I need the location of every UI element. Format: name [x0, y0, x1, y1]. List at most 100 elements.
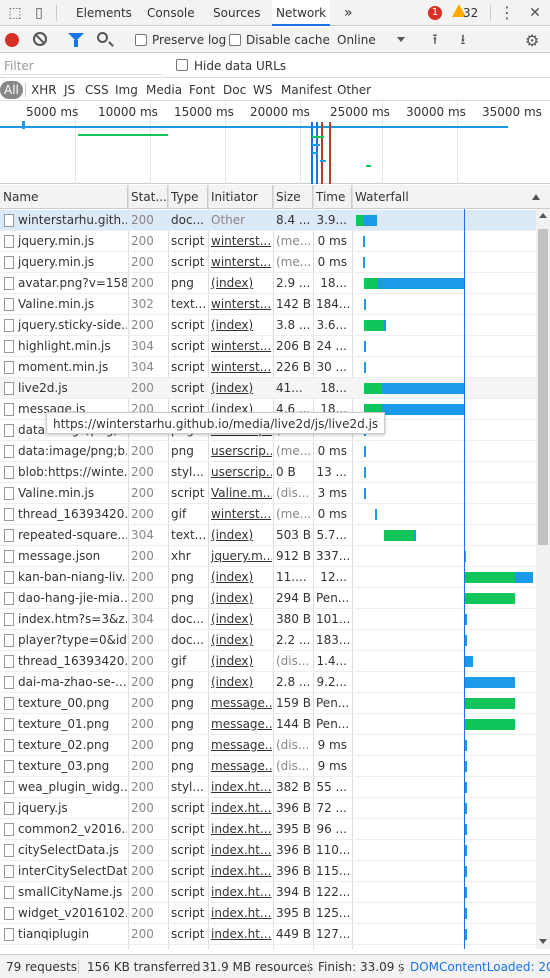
type-filter-xhr[interactable]: XHR [29, 81, 59, 99]
request-size: 0 B [276, 465, 296, 479]
table-row[interactable]: index.htm?s=3&z... 304 doc... (index) 380 B 1… [0, 609, 536, 630]
type-filter-manifest[interactable]: Manifest [279, 81, 334, 99]
kebab-menu-icon[interactable]: ⋮ [498, 4, 516, 22]
table-row[interactable]: common2_v2016... 200 script index.ht... 395 … [0, 819, 536, 840]
type-filter-other[interactable]: Other [335, 81, 373, 99]
table-row[interactable]: repeated-square... 304 text... (index) 503 B… [0, 525, 536, 546]
clear-icon[interactable] [33, 32, 47, 46]
table-row[interactable]: smallCityName.js 200 script index.ht... 394 … [0, 882, 536, 903]
table-row[interactable]: texture_01.png 200 png message... 144 B Pen..… [0, 714, 536, 735]
table-row[interactable]: data:image/png;b... 200 png userscrip... (me… [0, 441, 536, 462]
table-row[interactable]: blob:https://winte... 200 styl... userscrip… [0, 462, 536, 483]
column-header-name[interactable]: Name [0, 185, 128, 209]
chevron-down-icon[interactable] [397, 37, 405, 42]
type-filter-doc[interactable]: Doc [221, 81, 248, 99]
overview-tick-label: 30000 ms [406, 105, 466, 119]
close-icon[interactable]: ✕ [526, 4, 544, 22]
device-toolbar-icon[interactable]: ▯ [30, 4, 48, 22]
table-row[interactable]: kan-ban-niang-liv... 200 png (index) 11.... 1… [0, 567, 536, 588]
type-filter-ws[interactable]: WS [251, 81, 274, 99]
request-initiator: userscrip... [211, 444, 272, 458]
request-type: png [171, 675, 194, 689]
image-file-icon [4, 676, 14, 689]
table-row[interactable]: widget_v2016102... 200 script index.ht... 39… [0, 903, 536, 924]
type-filter-all[interactable]: All [0, 81, 23, 99]
table-row[interactable]: jquery.js 200 script index.ht... 396 B 72 ... [0, 798, 536, 819]
request-type: script [171, 486, 205, 500]
export-har-icon[interactable]: ⭳ [456, 32, 470, 48]
table-row[interactable]: dao-hang-jie-mia... 200 png (index) 294 B Pen… [0, 588, 536, 609]
table-row[interactable]: Valine.min.js 200 script Valine.m... (dis...… [0, 483, 536, 504]
more-tabs-button[interactable]: » [340, 0, 357, 26]
preserve-log-checkbox[interactable] [135, 34, 147, 46]
gear-icon[interactable]: ⚙ [525, 31, 539, 50]
vertical-scrollbar[interactable] [536, 209, 550, 949]
type-filter-js[interactable]: JS [62, 81, 77, 99]
table-row[interactable]: jquery.min.js 200 script winterst... (me... 0… [0, 252, 536, 273]
file-icon [4, 235, 14, 248]
waterfall-bar [465, 845, 467, 856]
hide-data-urls-label[interactable]: Hide data URLs [194, 54, 286, 78]
warning-count[interactable]: 32 [463, 0, 478, 26]
filter-icon[interactable] [68, 33, 84, 47]
request-time: 125... [316, 906, 351, 920]
tab-network[interactable]: Network [272, 0, 331, 26]
type-filter-css[interactable]: CSS [83, 81, 111, 99]
table-row[interactable]: thread_16393420... 200 gif (index) (dis... 1.… [0, 651, 536, 672]
request-type: styl... [171, 465, 204, 479]
import-har-icon[interactable]: ⭱ [428, 32, 442, 48]
column-header-initiator[interactable]: Initiator [208, 185, 273, 209]
request-type: styl... [171, 780, 204, 794]
table-row[interactable]: texture_00.png 200 png message... 159 B Pen..… [0, 693, 536, 714]
column-header-size[interactable]: Size [273, 185, 313, 209]
table-row[interactable]: Valine.min.js 302 text... winterst... 142 B 1… [0, 294, 536, 315]
table-row[interactable]: avatar.png?v=158... 200 png (index) 2.9 ... 1… [0, 273, 536, 294]
table-row[interactable]: jquery.sticky-side... 200 script (index) 3.8… [0, 315, 536, 336]
table-row[interactable]: message.json 200 xhr jquery.m... 912 B 337... [0, 546, 536, 567]
table-row[interactable]: winterstarhu.gith... 200 doc... Other 8.4 ..… [0, 210, 536, 231]
inspect-element-icon[interactable]: ⬚ [6, 4, 24, 22]
disable-cache-checkbox[interactable] [229, 34, 241, 46]
table-row[interactable]: jquery.min.js 200 script winterst... (me... 0… [0, 231, 536, 252]
filter-input[interactable] [2, 57, 162, 75]
preserve-log-label[interactable]: Preserve log [152, 27, 226, 53]
table-row[interactable]: tianqiplugin 200 script index.ht... 449 B 127… [0, 924, 536, 945]
table-row[interactable]: interCitySelectDat... 200 script index.ht..… [0, 861, 536, 882]
type-filter-media[interactable]: Media [144, 81, 184, 99]
table-row[interactable]: citySelectData.js 200 script index.ht... 396… [0, 840, 536, 861]
scrollbar-thumb[interactable] [538, 229, 548, 545]
overview-timeline[interactable]: 5000 ms 10000 ms 15000 ms 20000 ms 25000… [0, 102, 550, 184]
tab-console[interactable]: Console [143, 0, 199, 26]
column-header-status[interactable]: Stat... [128, 185, 168, 209]
table-row[interactable]: highlight.min.js 304 script winterst... 206 … [0, 336, 536, 357]
table-row[interactable]: wea_plugin_widg... 200 styl... index.ht... 3… [0, 777, 536, 798]
scroll-down-arrow-icon[interactable] [539, 939, 547, 944]
tab-sources[interactable]: Sources [209, 0, 264, 26]
request-time: 3.9... [316, 213, 347, 227]
table-row[interactable]: texture_02.png 200 png message... (dis... 9 m… [0, 735, 536, 756]
hide-data-urls-checkbox[interactable] [176, 59, 188, 71]
table-row[interactable]: texture_03.png 200 png message... (dis... 9 m… [0, 756, 536, 777]
sort-ascending-icon[interactable] [532, 194, 540, 200]
scroll-up-arrow-icon[interactable] [539, 213, 547, 218]
type-filter-font[interactable]: Font [187, 81, 217, 99]
tab-elements[interactable]: Elements [72, 0, 136, 26]
request-initiator: (index) [211, 276, 254, 290]
table-row[interactable]: live2d.js 200 script (index) 41... 18... [0, 378, 536, 399]
request-type: png [171, 717, 194, 731]
throttling-select[interactable]: Online [337, 27, 376, 53]
column-header-waterfall[interactable]: Waterfall [352, 185, 550, 209]
error-count-badge[interactable]: 1 [428, 6, 442, 20]
disable-cache-label[interactable]: Disable cache [246, 27, 330, 53]
column-header-type[interactable]: Type [168, 185, 208, 209]
table-row[interactable]: moment.min.js 304 script winterst... 226 B 30… [0, 357, 536, 378]
waterfall-bar [363, 257, 365, 268]
table-row[interactable]: thread_16393420... 200 gif winterst... (me..… [0, 504, 536, 525]
column-header-time[interactable]: Time [313, 185, 352, 209]
record-button[interactable] [5, 33, 19, 47]
request-status: 200 [131, 381, 154, 395]
table-row[interactable]: dai-ma-zhao-se-... 200 png (index) 2.8 ... 9.… [0, 672, 536, 693]
type-filter-img[interactable]: Img [113, 81, 140, 99]
search-icon[interactable] [97, 32, 108, 43]
table-row[interactable]: player?type=0&id... 200 doc... (index) 2.2 .… [0, 630, 536, 651]
